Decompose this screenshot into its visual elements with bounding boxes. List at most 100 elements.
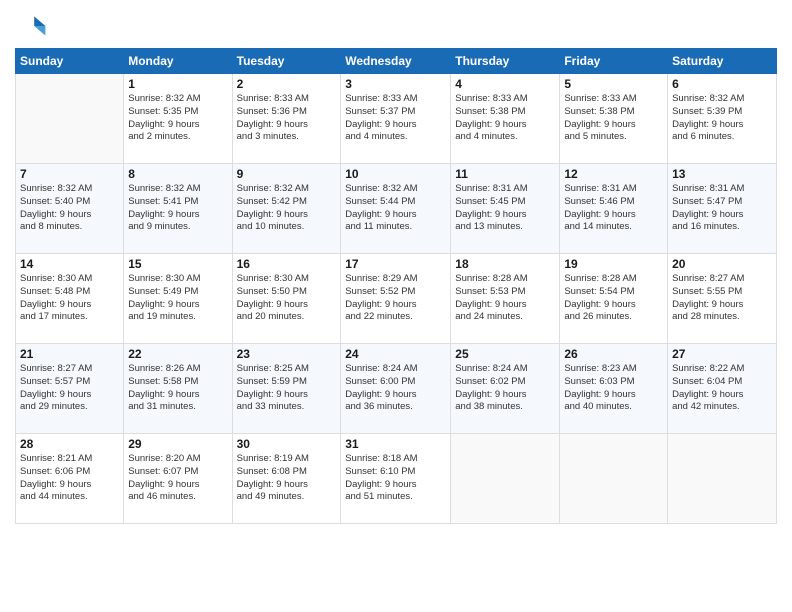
day-info: Sunrise: 8:27 AMSunset: 5:57 PMDaylight:…	[20, 363, 119, 414]
day-cell: 24Sunrise: 8:24 AMSunset: 6:00 PMDayligh…	[341, 344, 451, 434]
day-cell: 16Sunrise: 8:30 AMSunset: 5:50 PMDayligh…	[232, 254, 341, 344]
day-info: Sunrise: 8:31 AMSunset: 5:45 PMDaylight:…	[455, 183, 555, 234]
day-number: 21	[20, 347, 119, 361]
day-info: Sunrise: 8:24 AMSunset: 6:00 PMDaylight:…	[345, 363, 446, 414]
day-info: Sunrise: 8:31 AMSunset: 5:47 PMDaylight:…	[672, 183, 772, 234]
header-sunday: Sunday	[16, 49, 124, 74]
day-cell: 25 Sunrise: 8:24 AMSunset: 6:02 PMDayligh…	[451, 344, 560, 434]
day-number: 10	[345, 167, 446, 181]
day-info: Sunrise: 8:19 AMSunset: 6:08 PMDaylight:…	[237, 453, 337, 504]
day-number: 15	[128, 257, 227, 271]
day-number: 28	[20, 437, 119, 451]
day-info: Sunrise: 8:27 AMSunset: 5:55 PMDaylight:…	[672, 273, 772, 324]
day-number: 18	[455, 257, 555, 271]
calendar: SundayMondayTuesdayWednesdayThursdayFrid…	[15, 48, 777, 524]
day-number: 27	[672, 347, 772, 361]
day-cell	[560, 434, 668, 524]
day-cell: 29 Sunrise: 8:20 AMSunset: 6:07 PMDayligh…	[124, 434, 232, 524]
day-cell: 28 Sunrise: 8:21 AMSunset: 6:06 PMDayligh…	[16, 434, 124, 524]
day-number: 17	[345, 257, 446, 271]
day-number: 29	[128, 437, 227, 451]
day-info: Sunrise: 8:28 AMSunset: 5:54 PMDaylight:…	[564, 273, 663, 324]
day-number: 9	[237, 167, 337, 181]
week-row-0: 1 Sunrise: 8:32 AMSunset: 5:35 PMDaylight…	[16, 74, 777, 164]
day-cell: 17 Sunrise: 8:29 AMSunset: 5:52 PMDayligh…	[341, 254, 451, 344]
day-number: 23	[237, 347, 337, 361]
day-info: Sunrise: 8:24 AMSunset: 6:02 PMDaylight:…	[455, 363, 555, 414]
day-number: 19	[564, 257, 663, 271]
day-cell: 2Sunrise: 8:33 AMSunset: 5:36 PMDaylight…	[232, 74, 341, 164]
header-friday: Friday	[560, 49, 668, 74]
day-number: 7	[20, 167, 119, 181]
day-cell: 21 Sunrise: 8:27 AMSunset: 5:57 PMDayligh…	[16, 344, 124, 434]
day-number: 13	[672, 167, 772, 181]
day-number: 3	[345, 77, 446, 91]
day-cell: 14Sunrise: 8:30 AMSunset: 5:48 PMDayligh…	[16, 254, 124, 344]
day-cell: 22 Sunrise: 8:26 AMSunset: 5:58 PMDayligh…	[124, 344, 232, 434]
day-info: Sunrise: 8:18 AMSunset: 6:10 PMDaylight:…	[345, 453, 446, 504]
week-row-3: 21 Sunrise: 8:27 AMSunset: 5:57 PMDayligh…	[16, 344, 777, 434]
day-info: Sunrise: 8:33 AMSunset: 5:36 PMDaylight:…	[237, 93, 337, 144]
day-info: Sunrise: 8:29 AMSunset: 5:52 PMDaylight:…	[345, 273, 446, 324]
day-number: 8	[128, 167, 227, 181]
day-cell: 3Sunrise: 8:33 AMSunset: 5:37 PMDaylight…	[341, 74, 451, 164]
day-info: Sunrise: 8:28 AMSunset: 5:53 PMDaylight:…	[455, 273, 555, 324]
logo	[15, 10, 51, 42]
day-number: 26	[564, 347, 663, 361]
day-number: 5	[564, 77, 663, 91]
day-cell: 12 Sunrise: 8:31 AMSunset: 5:46 PMDayligh…	[560, 164, 668, 254]
day-info: Sunrise: 8:32 AMSunset: 5:35 PMDaylight:…	[128, 93, 227, 144]
day-cell: 9 Sunrise: 8:32 AMSunset: 5:42 PMDaylight…	[232, 164, 341, 254]
day-cell: 19 Sunrise: 8:28 AMSunset: 5:54 PMDayligh…	[560, 254, 668, 344]
day-cell: 30 Sunrise: 8:19 AMSunset: 6:08 PMDayligh…	[232, 434, 341, 524]
day-number: 1	[128, 77, 227, 91]
day-number: 4	[455, 77, 555, 91]
day-info: Sunrise: 8:26 AMSunset: 5:58 PMDaylight:…	[128, 363, 227, 414]
day-info: Sunrise: 8:25 AMSunset: 5:59 PMDaylight:…	[237, 363, 337, 414]
day-cell: 15 Sunrise: 8:30 AMSunset: 5:49 PMDayligh…	[124, 254, 232, 344]
day-cell	[16, 74, 124, 164]
day-number: 14	[20, 257, 119, 271]
day-number: 20	[672, 257, 772, 271]
day-number: 25	[455, 347, 555, 361]
day-info: Sunrise: 8:30 AMSunset: 5:49 PMDaylight:…	[128, 273, 227, 324]
day-info: Sunrise: 8:33 AMSunset: 5:38 PMDaylight:…	[455, 93, 555, 144]
day-cell: 10 Sunrise: 8:32 AMSunset: 5:44 PMDayligh…	[341, 164, 451, 254]
day-cell: 31Sunrise: 8:18 AMSunset: 6:10 PMDayligh…	[341, 434, 451, 524]
day-cell: 4 Sunrise: 8:33 AMSunset: 5:38 PMDaylight…	[451, 74, 560, 164]
day-cell: 27 Sunrise: 8:22 AMSunset: 6:04 PMDayligh…	[668, 344, 777, 434]
day-info: Sunrise: 8:32 AMSunset: 5:39 PMDaylight:…	[672, 93, 772, 144]
day-cell: 5 Sunrise: 8:33 AMSunset: 5:38 PMDaylight…	[560, 74, 668, 164]
day-info: Sunrise: 8:20 AMSunset: 6:07 PMDaylight:…	[128, 453, 227, 504]
logo-icon	[15, 10, 47, 42]
header-saturday: Saturday	[668, 49, 777, 74]
day-cell: 13 Sunrise: 8:31 AMSunset: 5:47 PMDayligh…	[668, 164, 777, 254]
day-number: 30	[237, 437, 337, 451]
day-number: 6	[672, 77, 772, 91]
day-number: 11	[455, 167, 555, 181]
day-cell: 18 Sunrise: 8:28 AMSunset: 5:53 PMDayligh…	[451, 254, 560, 344]
day-info: Sunrise: 8:33 AMSunset: 5:38 PMDaylight:…	[564, 93, 663, 144]
day-info: Sunrise: 8:32 AMSunset: 5:44 PMDaylight:…	[345, 183, 446, 234]
header-wednesday: Wednesday	[341, 49, 451, 74]
day-cell	[668, 434, 777, 524]
day-info: Sunrise: 8:32 AMSunset: 5:41 PMDaylight:…	[128, 183, 227, 234]
day-cell	[451, 434, 560, 524]
week-row-1: 7Sunrise: 8:32 AMSunset: 5:40 PMDaylight…	[16, 164, 777, 254]
day-cell: 7Sunrise: 8:32 AMSunset: 5:40 PMDaylight…	[16, 164, 124, 254]
day-info: Sunrise: 8:21 AMSunset: 6:06 PMDaylight:…	[20, 453, 119, 504]
day-cell: 6 Sunrise: 8:32 AMSunset: 5:39 PMDaylight…	[668, 74, 777, 164]
week-row-4: 28 Sunrise: 8:21 AMSunset: 6:06 PMDayligh…	[16, 434, 777, 524]
header	[15, 10, 777, 42]
day-info: Sunrise: 8:23 AMSunset: 6:03 PMDaylight:…	[564, 363, 663, 414]
day-cell: 8 Sunrise: 8:32 AMSunset: 5:41 PMDaylight…	[124, 164, 232, 254]
page: SundayMondayTuesdayWednesdayThursdayFrid…	[0, 0, 792, 612]
day-number: 22	[128, 347, 227, 361]
day-number: 12	[564, 167, 663, 181]
day-info: Sunrise: 8:31 AMSunset: 5:46 PMDaylight:…	[564, 183, 663, 234]
day-info: Sunrise: 8:30 AMSunset: 5:50 PMDaylight:…	[237, 273, 337, 324]
day-info: Sunrise: 8:22 AMSunset: 6:04 PMDaylight:…	[672, 363, 772, 414]
day-cell: 1 Sunrise: 8:32 AMSunset: 5:35 PMDaylight…	[124, 74, 232, 164]
calendar-header-row: SundayMondayTuesdayWednesdayThursdayFrid…	[16, 49, 777, 74]
day-info: Sunrise: 8:32 AMSunset: 5:42 PMDaylight:…	[237, 183, 337, 234]
